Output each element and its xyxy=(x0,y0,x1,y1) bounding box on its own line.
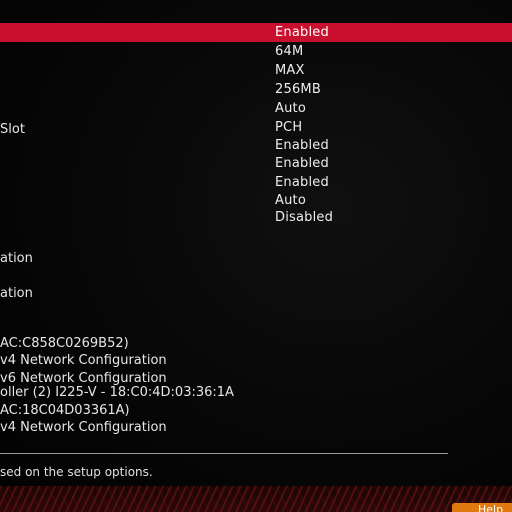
bios-screen: Enabled 64M MAX 256MB Auto PCH Enabled E… xyxy=(0,0,512,512)
setting-value-8[interactable]: Enabled xyxy=(275,156,329,172)
setting-value-3[interactable]: MAX xyxy=(275,63,305,79)
ipv4-network-configuration-2[interactable]: v4 Network Configuration xyxy=(0,420,167,436)
setting-value-9[interactable]: Enabled xyxy=(275,175,329,191)
setting-value-6[interactable]: PCH xyxy=(275,120,302,136)
setting-value-10[interactable]: Auto xyxy=(275,193,306,209)
setting-value-11[interactable]: Disabled xyxy=(275,210,333,226)
selected-row-highlight[interactable] xyxy=(0,23,512,42)
help-description: sed on the setup options. xyxy=(0,465,153,479)
help-button[interactable]: Help xyxy=(452,503,512,512)
network-controller-2[interactable]: oller (2) I225-V - 18:C0:4D:03:36:1A xyxy=(0,385,234,401)
configuration-menu-item-2[interactable]: ation xyxy=(0,286,33,302)
setting-value-7[interactable]: Enabled xyxy=(275,138,329,154)
configuration-menu-item-1[interactable]: ation xyxy=(0,251,33,267)
help-divider xyxy=(0,453,448,454)
network-mac-address-1[interactable]: AC:C858C0269B52) xyxy=(0,336,129,352)
slot-setting-label[interactable]: Slot xyxy=(0,122,25,138)
setting-value-1[interactable]: Enabled xyxy=(275,25,329,41)
setting-value-4[interactable]: 256MB xyxy=(275,82,321,98)
setting-value-2[interactable]: 64M xyxy=(275,44,303,60)
decorative-footer-pattern xyxy=(0,486,512,512)
setting-value-5[interactable]: Auto xyxy=(275,101,306,117)
ipv4-network-configuration-1[interactable]: v4 Network Configuration xyxy=(0,353,167,369)
network-mac-address-2[interactable]: AC:18C04D03361A) xyxy=(0,403,130,419)
